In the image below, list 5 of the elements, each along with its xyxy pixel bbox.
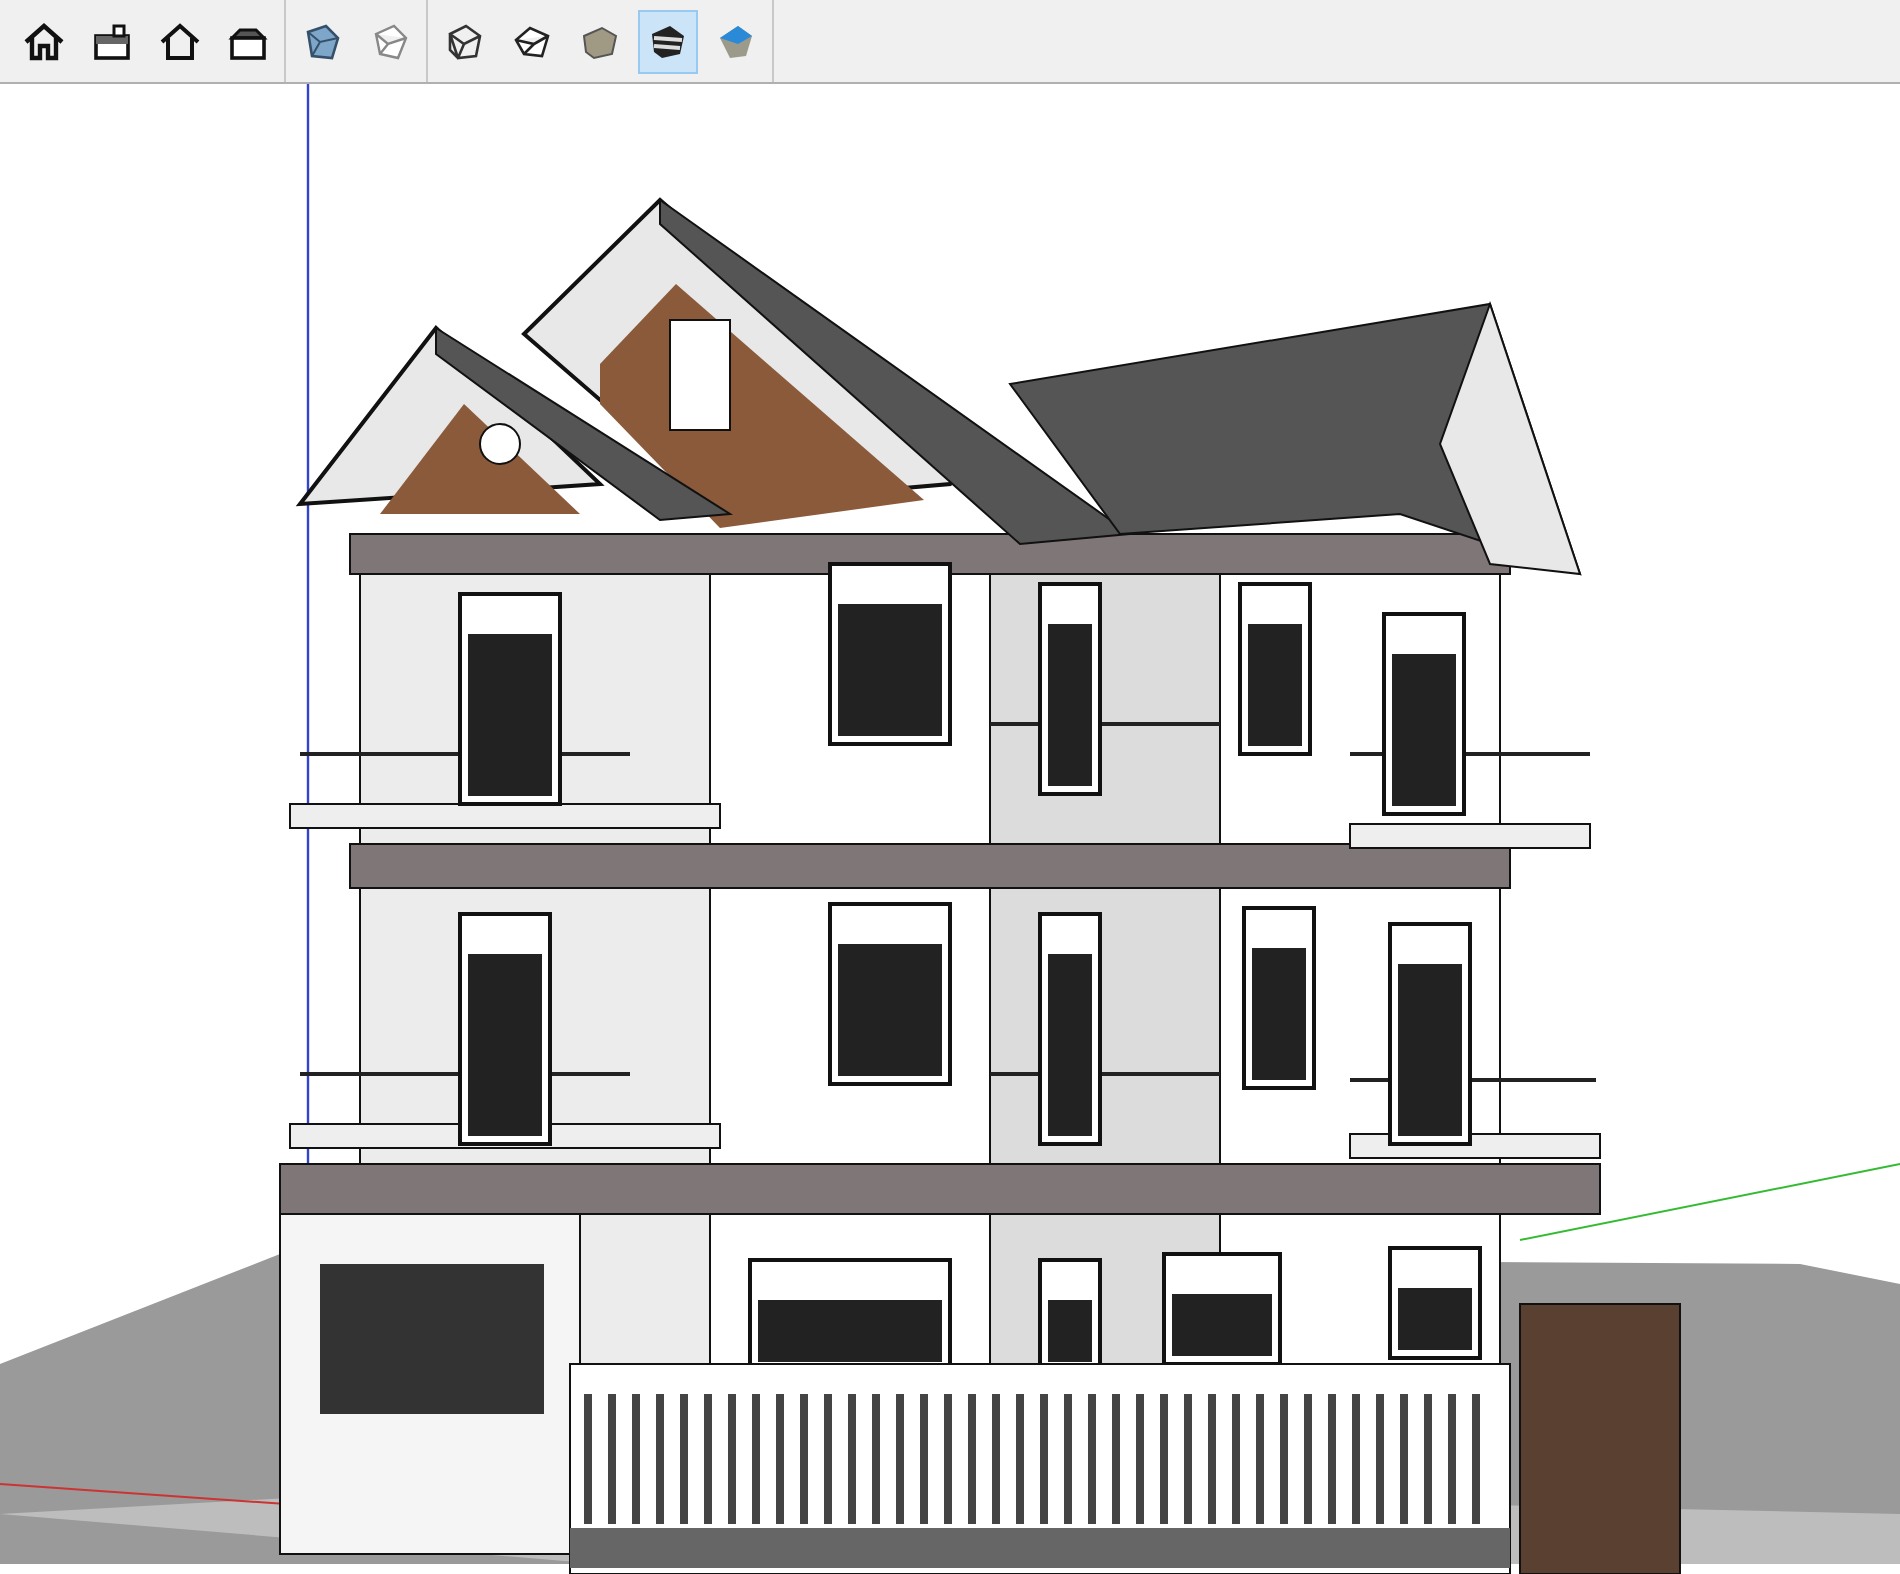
house-top-icon xyxy=(90,19,134,63)
house-outline-icon xyxy=(158,19,202,63)
toolbar-button[interactable] xyxy=(638,9,698,73)
wireframe-cube-icon xyxy=(442,19,486,63)
house-icon xyxy=(22,19,66,63)
